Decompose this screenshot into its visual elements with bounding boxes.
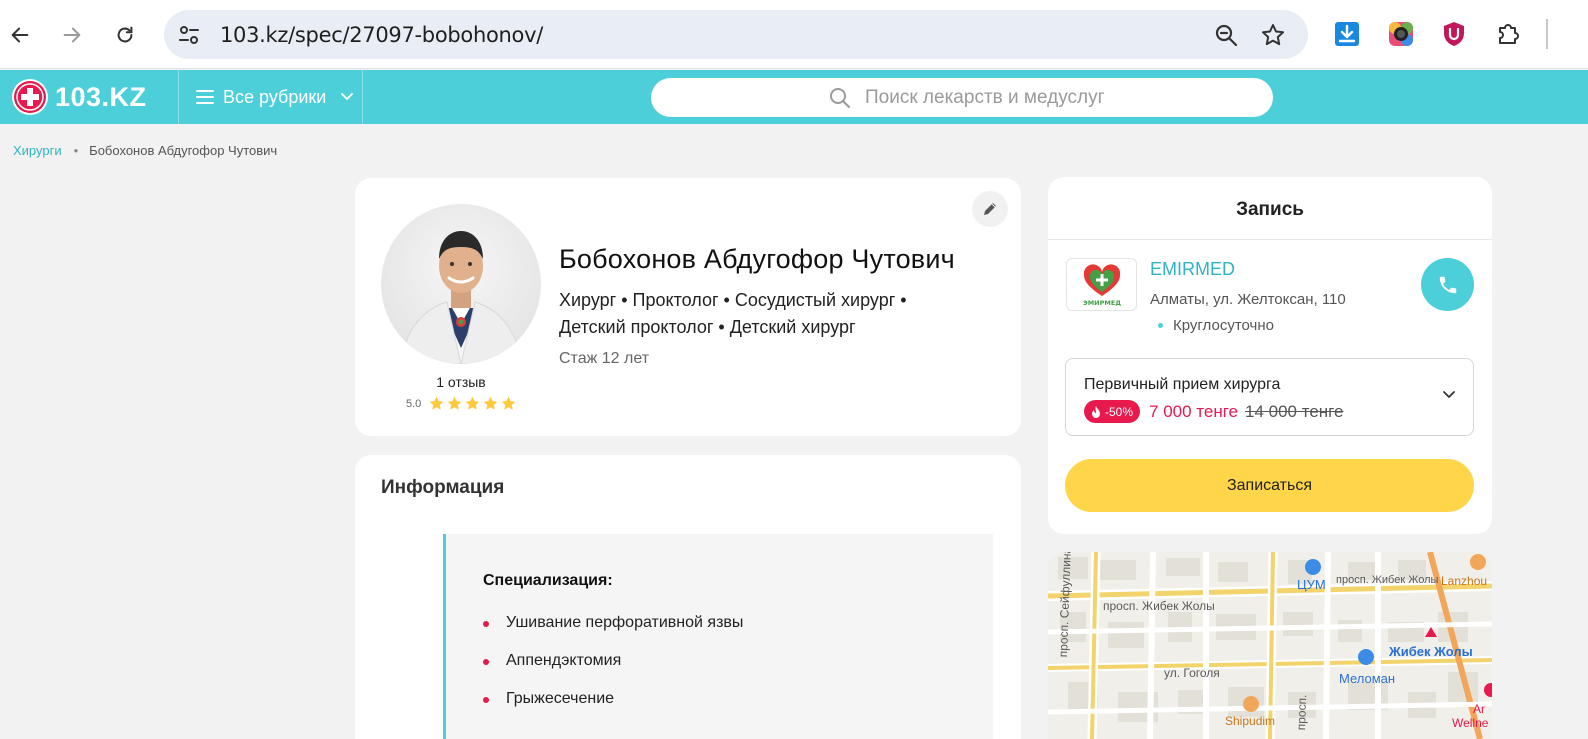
clinic-hours-text: Круглосуточно [1173, 317, 1274, 334]
star-icon [448, 396, 462, 410]
search-input[interactable]: Поиск лекарств и медуслуг [651, 78, 1273, 117]
doctor-photo [381, 204, 541, 364]
forward-icon[interactable] [54, 17, 90, 53]
map[interactable]: просп. Жибек Жолы ЦУМ просп. Жибек Жолы … [1048, 552, 1492, 739]
chevron-down-icon [1443, 391, 1455, 398]
doctor-experience: Стаж 12 лет [559, 350, 650, 367]
doctor-name: Бобохонов Абдугофор Чутович [559, 244, 955, 274]
list-item: Аппендэктомия [483, 652, 743, 690]
site-logo[interactable]: 103.KZ [12, 79, 147, 115]
phone-icon [1439, 276, 1456, 293]
star-icon [502, 396, 516, 410]
url-text[interactable]: 103.kz/spec/27097-bobohonov/ [220, 23, 543, 47]
specialization-list: Ушивание перфоративной язвы Аппендэктоми… [483, 614, 743, 728]
breadcrumb-separator: • [73, 143, 79, 158]
search-icon [830, 88, 850, 108]
clinic-name-link[interactable]: EMIRMED [1150, 259, 1235, 280]
map-label: Shipudim [1225, 714, 1276, 728]
star-icon [430, 396, 444, 410]
map-label: Lanzhou [1441, 574, 1488, 588]
breadcrumb-current: Бобохонов Абдугофор Чутович [89, 143, 278, 158]
reviews-count[interactable]: 1 отзыв [381, 374, 541, 390]
price-row: -50% 7 000 тенге 14 000 тенге [1084, 400, 1343, 423]
rating-value: 5.0 [406, 397, 422, 410]
hamburger-icon [196, 90, 214, 104]
medical-cross-icon [12, 79, 48, 115]
discount-text: -50% [1105, 404, 1134, 419]
puzzle-icon[interactable] [1493, 19, 1523, 49]
extension-icon[interactable] [1386, 19, 1416, 49]
bullet-icon [483, 697, 489, 703]
site-settings-icon[interactable] [176, 22, 202, 48]
edit-button[interactable] [972, 191, 1008, 227]
booking-card: Запись ЭМИРМЕД EMIRMED Алматы, ул. Желто… [1048, 177, 1492, 534]
zoom-icon[interactable] [1213, 22, 1239, 48]
clinic-logo[interactable]: ЭМИРМЕД [1066, 258, 1137, 311]
chevron-down-icon [341, 93, 354, 100]
clinic-hours: Круглосуточно [1158, 317, 1274, 334]
list-item: Ушивание перфоративной язвы [483, 614, 743, 652]
map-label: ул. Гоголя [1164, 666, 1220, 680]
back-icon[interactable] [2, 17, 38, 53]
service-select[interactable]: Первичный прием хирурга -50% 7 000 тенге… [1065, 358, 1474, 436]
list-item-text: Ушивание перфоративной язвы [506, 614, 744, 631]
call-button[interactable] [1421, 258, 1474, 311]
rubrics-label: Все рубрики [223, 86, 327, 107]
map-label: просп. [1294, 694, 1310, 731]
reload-icon[interactable] [107, 17, 143, 53]
price-old: 14 000 тенге [1245, 401, 1344, 421]
price-new: 7 000 тенге [1149, 401, 1238, 421]
flame-icon [1092, 405, 1100, 418]
map-label: ЦУМ [1297, 577, 1326, 592]
download-icon[interactable] [1332, 19, 1362, 49]
doctor-specialties: Хирург • Проктолог • Сосудистый хирург •… [559, 290, 907, 337]
map-label: Wellne [1452, 716, 1489, 730]
map-label: Ar [1473, 702, 1485, 716]
star-icon [484, 396, 498, 410]
service-name: Первичный прием хирурга [1084, 376, 1281, 393]
rating: 5.0 [406, 396, 519, 411]
map-label: просп. Жибек Жолы [1103, 599, 1215, 613]
map-label: Жибек Жолы [1389, 644, 1473, 659]
breadcrumb: Хирурги • Бобохонов Абдугофор Чутович [13, 143, 277, 158]
list-item: Грыжесечение [483, 690, 743, 728]
address-bar[interactable]: 103.kz/spec/27097-bobohonov/ [164, 10, 1308, 59]
list-item-text: Грыжесечение [506, 690, 615, 707]
list-item-text: Аппендэктомия [506, 652, 622, 669]
search-placeholder: Поиск лекарств и медуслуг [865, 87, 1105, 108]
map-label: Меломан [1339, 671, 1396, 686]
book-appointment-button[interactable]: Записаться [1065, 459, 1474, 512]
bookmark-star-icon[interactable] [1260, 22, 1286, 48]
shield-extension-icon[interactable] [1439, 19, 1469, 49]
booking-title: Запись [1236, 199, 1304, 220]
map-label: просп. Жибек Жолы [1336, 574, 1439, 586]
status-dot-icon [1158, 323, 1163, 328]
all-rubrics-menu[interactable]: Все рубрики [178, 70, 363, 124]
star-icon [466, 396, 480, 410]
clinic-address: Алматы, ул. Желтоксан, 110 [1150, 291, 1346, 308]
breadcrumb-link-surgeons[interactable]: Хирурги [13, 143, 62, 158]
browser-toolbar: 103.kz/spec/27097-bobohonov/ [0, 0, 1588, 69]
discount-badge: -50% [1084, 400, 1141, 423]
info-card: Информация Специализация: Ушивание перфо… [355, 455, 1021, 739]
info-title: Информация [381, 477, 505, 498]
specialization-title: Специализация: [483, 572, 613, 589]
divider [1048, 239, 1492, 240]
specialization-block: Специализация: Ушивание перфоративной яз… [443, 534, 993, 739]
clinic-logo-text: ЭМИРМЕД [1082, 299, 1120, 307]
site-header: 103.KZ Все рубрики Поиск лекарств и меду… [0, 70, 1588, 124]
logo-text: 103.KZ [55, 81, 147, 112]
doctor-profile-card: 1 отзыв 5.0 Бобохонов Абдугофор Чутович … [355, 178, 1021, 436]
bullet-icon [483, 621, 489, 627]
toolbar-divider [1546, 19, 1548, 49]
bullet-icon [483, 659, 489, 665]
pencil-icon [984, 203, 996, 215]
